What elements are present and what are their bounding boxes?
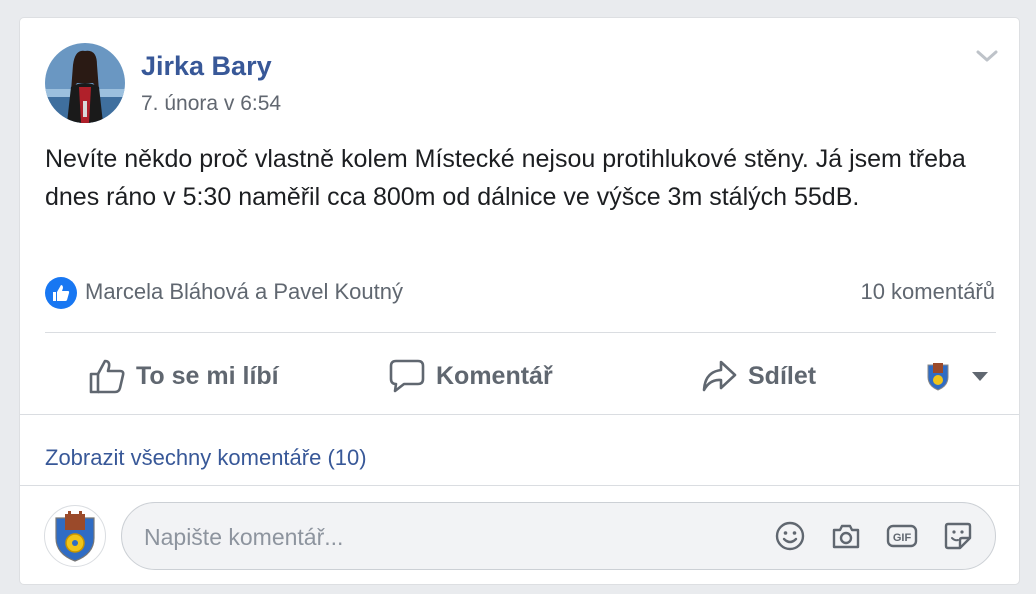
divider [20,414,1019,415]
post-text: Nevíte někdo proč vlastně kolem Místecké… [45,145,966,211]
svg-text:GIF: GIF [893,532,912,544]
post-card: Jirka Bary 7. února v 6:54 Nevíte někdo … [19,17,1020,585]
my-avatar [44,505,106,567]
thumbs-up-icon [89,359,125,394]
chevron-down-icon[interactable] [973,46,1001,66]
comment-composer[interactable]: GIF [121,502,996,571]
post-timestamp[interactable]: 7. února v 6:54 [141,92,281,116]
like-button-label: To se mi líbí [136,361,279,390]
share-button[interactable]: Sdílet [700,354,816,398]
comment-button-label: Komentář [436,361,553,390]
author-name[interactable]: Jirka Bary [141,51,272,82]
comment-button[interactable]: Komentář [388,354,553,398]
speech-bubble-icon [389,359,425,393]
coat-of-arms-icon [55,511,95,562]
caret-down-icon [972,372,988,381]
comment-input[interactable] [142,503,746,571]
divider [45,332,996,333]
sticker-icon[interactable] [942,520,974,552]
smiley-icon[interactable] [774,520,806,552]
comments-count[interactable]: 10 komentářů [860,279,995,305]
author-avatar[interactable] [45,43,125,123]
coat-of-arms-icon [927,363,949,391]
camera-icon[interactable] [830,520,862,552]
reactors-list[interactable]: Marcela Bláhová a Pavel Koutný [85,279,403,305]
share-button-label: Sdílet [748,361,817,390]
like-button[interactable]: To se mi líbí [88,354,279,398]
share-arrow-icon [702,360,737,392]
divider [20,485,1019,486]
view-all-comments-link[interactable]: Zobrazit všechny komentáře (10) [45,445,367,471]
post-as-selector[interactable] [926,354,1000,398]
thumbs-up-icon [45,277,77,309]
gif-icon[interactable]: GIF [886,520,918,552]
